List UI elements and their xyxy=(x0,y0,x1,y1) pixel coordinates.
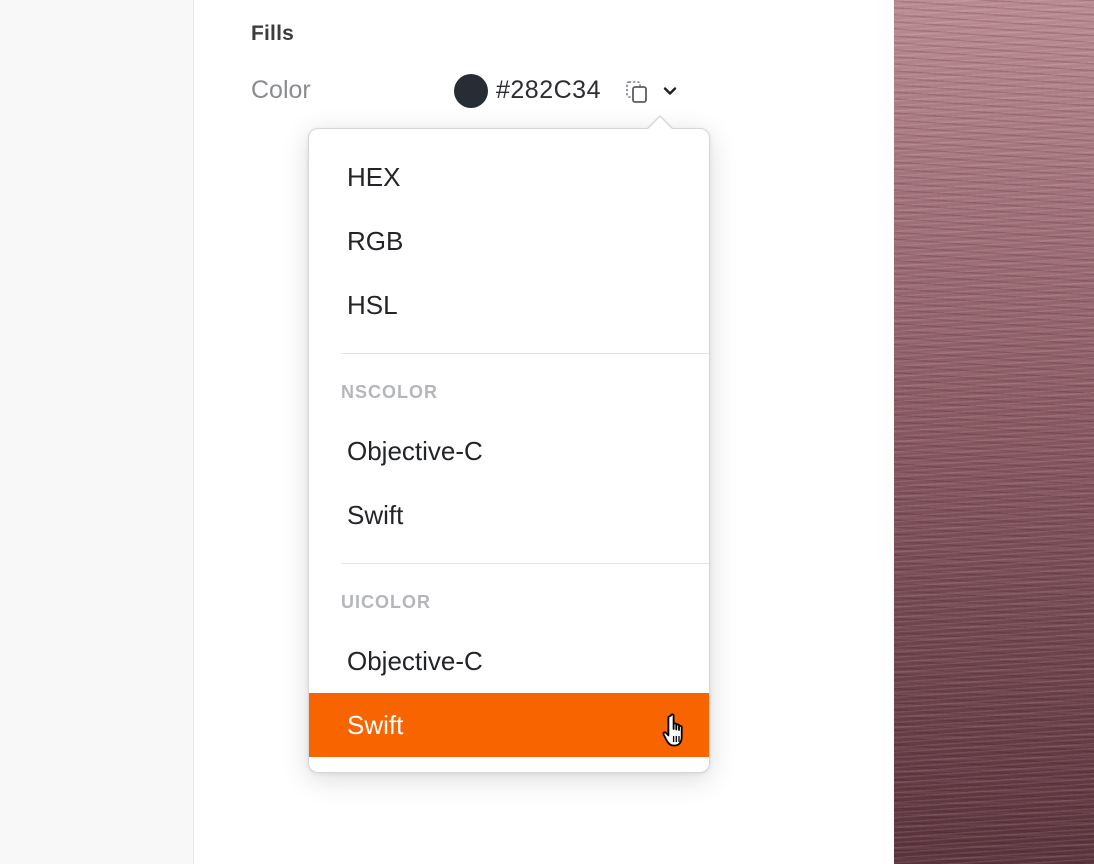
color-swatch[interactable] xyxy=(454,74,488,108)
menu-item-label: Swift xyxy=(347,710,404,740)
color-hex-value[interactable]: #282C34 xyxy=(496,76,601,105)
popover-arrow-fill xyxy=(647,117,673,130)
chevron-down-icon[interactable] xyxy=(661,82,679,100)
group-header-nscolor: NSCOLOR xyxy=(341,382,438,402)
color-label: Color xyxy=(251,76,311,104)
app-window: Fills Color #282C34 HEX RGB HSL NSCOLOR … xyxy=(0,0,1094,864)
menu-divider xyxy=(341,353,709,354)
fills-section-title: Fills xyxy=(251,22,295,45)
menu-item-rgb[interactable]: RGB xyxy=(309,209,709,273)
menu-item-uicolor-swift[interactable]: Swift xyxy=(309,693,709,757)
menu-item-hsl[interactable]: HSL xyxy=(309,273,709,337)
inspector-panel: Fills Color #282C34 HEX RGB HSL NSCOLOR … xyxy=(194,0,894,864)
color-format-dropdown: HEX RGB HSL NSCOLOR Objective-C Swift UI… xyxy=(308,128,710,773)
copy-icon[interactable] xyxy=(624,79,650,105)
menu-divider xyxy=(341,563,709,564)
wood-texture-background xyxy=(894,0,1094,864)
menu-item-nscolor-swift[interactable]: Swift xyxy=(309,483,709,547)
left-panel xyxy=(0,0,194,864)
hand-pointer-cursor-icon xyxy=(661,709,693,747)
menu-item-nscolor-objective-c[interactable]: Objective-C xyxy=(309,419,709,483)
menu-item-uicolor-objective-c[interactable]: Objective-C xyxy=(309,629,709,693)
menu-item-hex[interactable]: HEX xyxy=(309,145,709,209)
group-header-uicolor: UICOLOR xyxy=(341,592,431,612)
